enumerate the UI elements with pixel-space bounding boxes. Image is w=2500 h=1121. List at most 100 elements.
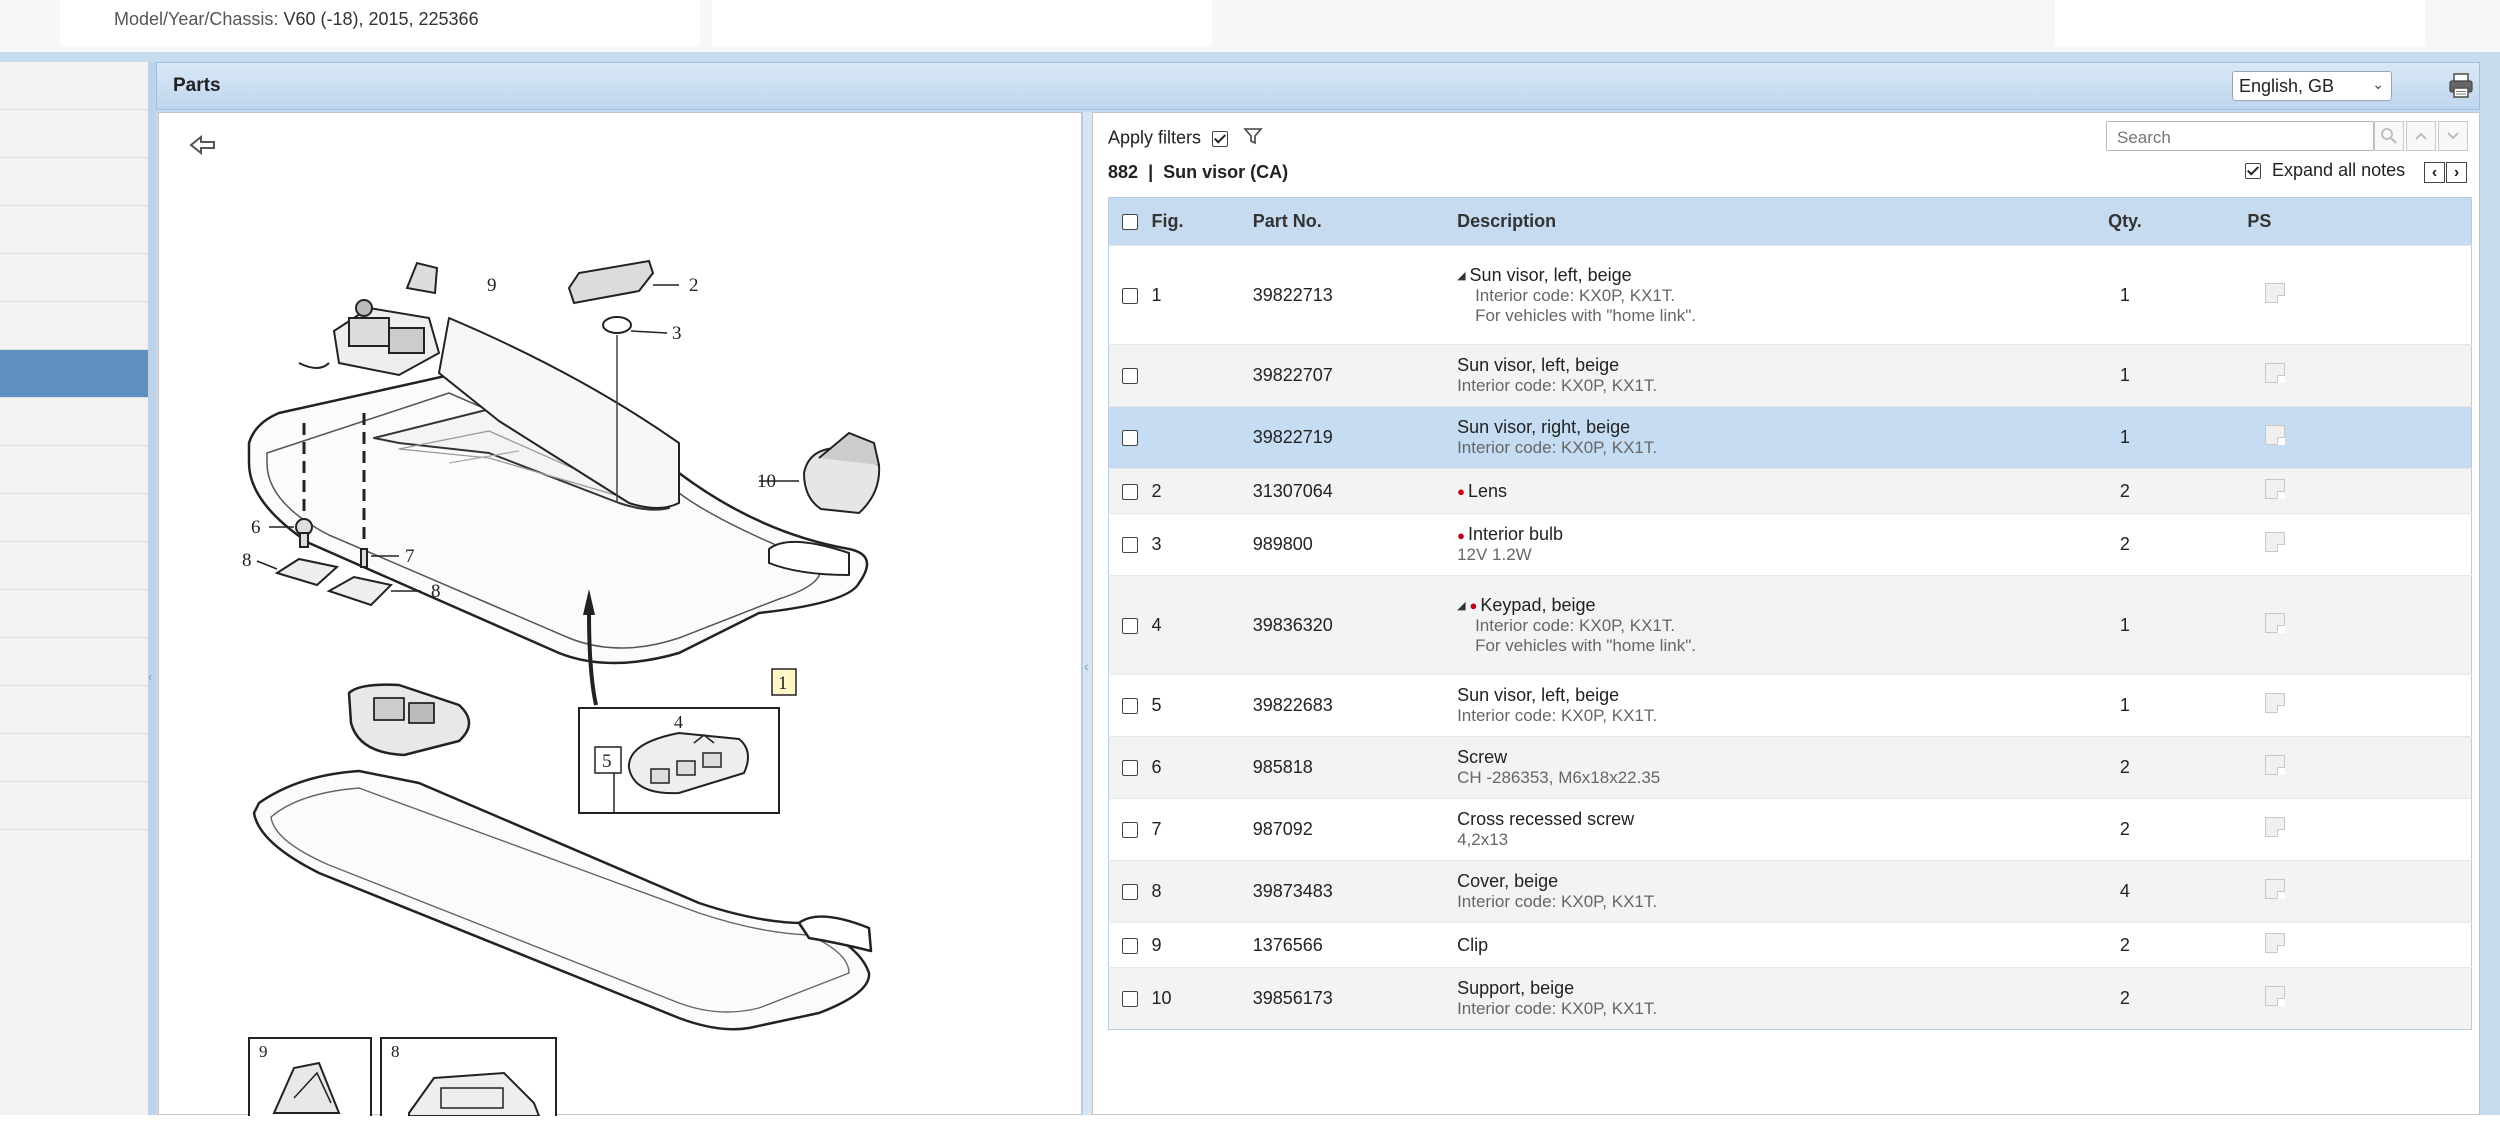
callout-1-box[interactable]: 1	[771, 668, 797, 696]
nav-item[interactable]	[0, 398, 148, 446]
row-checkbox[interactable]	[1122, 884, 1139, 901]
chevron-up-icon[interactable]	[2406, 121, 2436, 151]
callout-1[interactable]: 1	[778, 673, 788, 694]
row-checkbox[interactable]	[1122, 760, 1139, 777]
splitter-arrow-icon[interactable]: ‹	[1084, 658, 1089, 674]
notes-prev-button[interactable]: ‹	[2424, 162, 2445, 183]
nav-item[interactable]	[0, 446, 148, 494]
apply-filters-checkbox[interactable]	[1212, 130, 1229, 147]
callout-9[interactable]: 9	[487, 275, 497, 296]
note-icon[interactable]	[2265, 693, 2286, 713]
row-part-no[interactable]: 39873483	[1252, 860, 1458, 923]
nav-item[interactable]	[0, 302, 148, 350]
callout-2[interactable]: 2	[689, 275, 699, 296]
column-part-no[interactable]: Part No.	[1252, 197, 1458, 246]
nav-item[interactable]	[0, 206, 148, 254]
row-part-no[interactable]: 987092	[1252, 798, 1458, 861]
nav-item[interactable]	[0, 110, 148, 158]
language-select[interactable]: English, GB ⌄	[2232, 71, 2392, 101]
note-icon[interactable]	[2265, 532, 2286, 552]
search-input[interactable]	[2115, 127, 2319, 149]
callout-10[interactable]: 10	[757, 471, 776, 492]
nav-item[interactable]	[0, 542, 148, 590]
expand-notes-checkbox[interactable]	[2245, 163, 2261, 180]
callout-4[interactable]: 4	[674, 712, 683, 732]
collapse-triangle-icon[interactable]: ◢	[1457, 600, 1465, 612]
note-icon[interactable]	[2265, 879, 2286, 899]
row-checkbox[interactable]	[1122, 430, 1139, 447]
exploded-drawing[interactable]: 9 2 3 10 6 7 8 8 1 4 5 9 8	[159, 113, 1083, 1121]
nav-item[interactable]	[0, 686, 148, 734]
nav-item[interactable]	[0, 590, 148, 638]
callout-3[interactable]: 3	[672, 323, 682, 344]
nav-item-selected[interactable]	[0, 350, 148, 398]
note-icon[interactable]	[2265, 478, 2286, 499]
table-row[interactable]: 1 39822713 ◢ Sun visor, left, beige Inter…	[1108, 245, 2472, 345]
row-part-no[interactable]: 1376566	[1252, 922, 1458, 968]
funnel-icon[interactable]	[1243, 126, 1263, 151]
row-checkbox[interactable]	[1122, 287, 1139, 304]
callout-6[interactable]: 6	[251, 517, 261, 538]
callout-8[interactable]: 8	[242, 550, 252, 571]
callout-5[interactable]: 5	[602, 751, 612, 772]
nav-item[interactable]	[0, 734, 148, 782]
left-panel-splitter[interactable]: ‹	[148, 62, 156, 1115]
note-icon[interactable]	[2265, 755, 2286, 775]
select-all-checkbox[interactable]	[1122, 214, 1139, 231]
row-part-no[interactable]: 39856173	[1252, 967, 1458, 1030]
note-icon[interactable]	[2265, 932, 2286, 953]
back-arrow-icon[interactable]	[189, 134, 215, 156]
callout-8b[interactable]: 8	[431, 581, 441, 602]
row-checkbox[interactable]	[1122, 698, 1139, 715]
row-part-no[interactable]: 39822719	[1252, 406, 1458, 469]
table-row[interactable]: 9 1376566 Clip 2	[1108, 922, 2472, 968]
table-row[interactable]: 4 39836320 ◢ ● Keypad, beige Interior code…	[1108, 575, 2472, 675]
row-part-no[interactable]: 39822683	[1252, 674, 1458, 737]
column-ps[interactable]: PS	[2165, 197, 2472, 246]
row-checkbox[interactable]	[1122, 368, 1139, 385]
row-part-no[interactable]: 989800	[1252, 513, 1458, 576]
callout-9-detail[interactable]: 9	[259, 1042, 268, 1061]
nav-item[interactable]	[0, 494, 148, 542]
row-checkbox[interactable]	[1122, 617, 1139, 634]
table-row[interactable]: 10 39856173 Support, beige Interior code…	[1108, 967, 2472, 1030]
table-row[interactable]: 3 989800 ● Interior bulb 12V 1.2W 2	[1108, 513, 2472, 576]
table-row-selected[interactable]: 39822719 Sun visor, right, beige Interio…	[1108, 406, 2472, 469]
table-row[interactable]: 5 39822683 Sun visor, left, beige Interi…	[1108, 674, 2472, 737]
row-checkbox[interactable]	[1122, 991, 1139, 1008]
row-checkbox[interactable]	[1122, 483, 1139, 500]
row-checkbox[interactable]	[1122, 537, 1139, 554]
nav-item[interactable]	[0, 158, 148, 206]
row-part-no[interactable]: 985818	[1252, 736, 1458, 799]
note-icon[interactable]	[2265, 612, 2286, 633]
row-part-no[interactable]: 39836320	[1252, 575, 1458, 675]
nav-item[interactable]	[0, 782, 148, 830]
row-checkbox[interactable]	[1122, 937, 1139, 954]
printer-icon[interactable]	[2447, 71, 2475, 101]
nav-item[interactable]	[0, 254, 148, 302]
note-icon[interactable]	[2265, 817, 2286, 837]
note-icon[interactable]	[2265, 986, 2286, 1006]
row-checkbox[interactable]	[1122, 822, 1139, 839]
column-description[interactable]: Description	[1457, 197, 2085, 246]
callout-7[interactable]: 7	[405, 546, 415, 567]
column-qty[interactable]: Qty.	[2084, 197, 2166, 246]
table-row[interactable]: 2 31307064 ● Lens 2	[1108, 468, 2472, 514]
table-row[interactable]: 7 987092 Cross recessed screw 4,2x13 2	[1108, 798, 2472, 861]
note-icon[interactable]	[2265, 282, 2286, 303]
row-part-no[interactable]: 39822713	[1252, 245, 1458, 345]
row-part-no[interactable]: 39822707	[1252, 344, 1458, 407]
notes-next-button[interactable]: ›	[2446, 162, 2467, 183]
note-icon[interactable]	[2265, 425, 2286, 445]
table-row[interactable]: 6 985818 Screw CH -286353, M6x18x22.35 2	[1108, 736, 2472, 799]
chevron-down-icon[interactable]	[2438, 121, 2468, 151]
table-row[interactable]: 8 39873483 Cover, beige Interior code: K…	[1108, 860, 2472, 923]
note-icon[interactable]	[2265, 363, 2286, 383]
search-box[interactable]	[2106, 121, 2374, 151]
collapse-arrow-icon[interactable]: ‹	[148, 670, 152, 684]
row-part-no[interactable]: 31307064	[1252, 468, 1458, 514]
callout-5-box[interactable]: 5	[594, 746, 622, 774]
collapse-triangle-icon[interactable]: ◢	[1457, 270, 1465, 282]
search-icon[interactable]	[2374, 121, 2404, 151]
nav-item[interactable]	[0, 638, 148, 686]
